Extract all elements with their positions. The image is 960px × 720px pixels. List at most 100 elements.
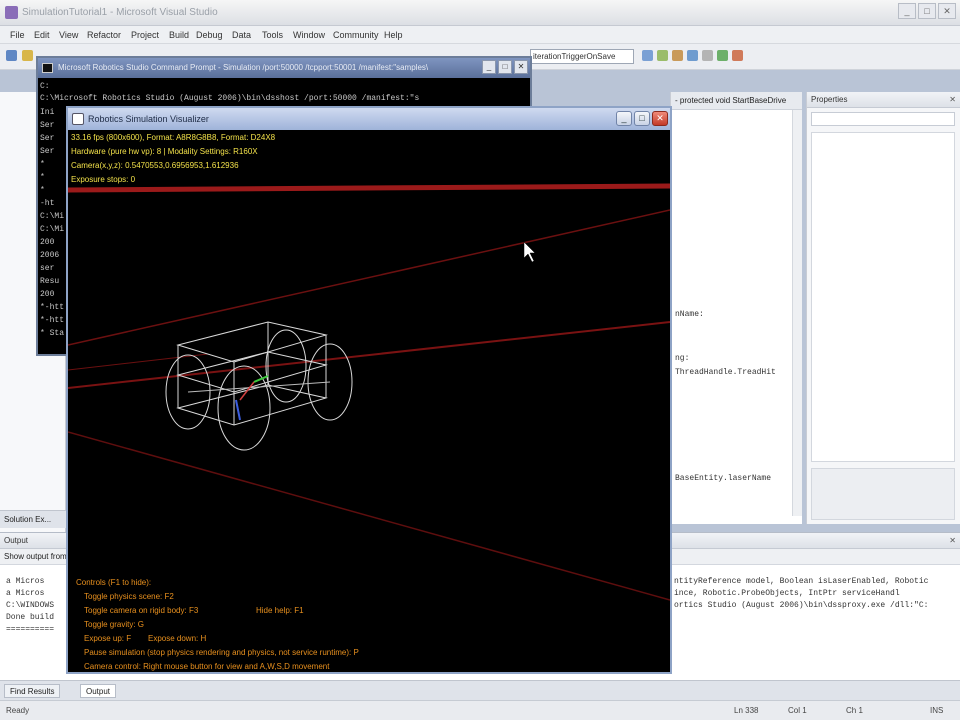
menu-debug[interactable]: Debug [196,30,223,40]
hud-camera-position: Camera(x,y,z): 0.5470553,0.6956953,1.612… [71,161,239,170]
output-line: ntityReference model, Boolean isLaserEna… [674,577,929,586]
help-title: Controls (F1 to hide): [76,578,152,587]
code-editor[interactable]: - protected void StartBaseDrive nName: n… [670,92,802,524]
menu-tools[interactable]: Tools [262,30,283,40]
close-icon[interactable]: ✕ [949,92,956,108]
robot-frame-axes [235,375,269,421]
property-description [811,468,955,520]
open-file-icon[interactable] [22,50,33,61]
help-toggle-camera: Toggle camera on rigid body: F3 [84,606,199,615]
vs-title-bar: SimulationTutorial1 - Microsoft Visual S… [0,0,960,26]
console-line: C:\Microsoft Robotics Studio (August 200… [40,94,420,103]
status-insert-mode: INS [930,706,944,715]
close-button[interactable]: ✕ [514,60,528,74]
status-line: Ln 338 [734,706,759,715]
command-prompt-controls: _ □ ✕ [482,60,528,74]
configuration-combo[interactable]: iterationTriggerOnSave [530,49,634,64]
console-line: *-htt [40,303,65,312]
vs-menu-bar: File Edit View Refactor Project Build De… [0,26,960,44]
code-scrollbar[interactable] [792,110,802,516]
show-output-from-label: Show output from: [4,552,69,561]
menu-file[interactable]: File [10,30,25,40]
output-title: Output [4,536,29,545]
menu-refactor[interactable]: Refactor [87,30,121,40]
minimize-button[interactable]: _ [482,60,496,74]
help-pause: Pause simulation (stop physics rendering… [84,648,359,657]
toolbox-icon[interactable] [702,50,713,61]
help-hide: Hide help: F1 [256,606,304,615]
menu-window[interactable]: Window [293,30,325,40]
grid-line [68,431,670,601]
console-line: C:\Mi [40,212,65,221]
menu-community[interactable]: Community [333,30,379,40]
vs-window-title: SimulationTutorial1 - Microsoft Visual S… [22,7,218,18]
console-line: * [40,186,45,195]
console-line: Ser [40,134,55,143]
console-line: 200 [40,238,55,247]
output-line: Done build [6,613,55,622]
menu-data[interactable]: Data [232,30,251,40]
menu-build[interactable]: Build [169,30,189,40]
close-icon[interactable]: ✕ [949,533,956,549]
bottom-tab-strip: Find Results Output [0,680,960,700]
console-line: Ser [40,121,55,130]
visualizer-title-bar[interactable]: Robotics Simulation Visualizer _ □ ✕ [68,108,670,130]
code-line: ThreadHandle.TreadHit [675,368,776,377]
menu-edit[interactable]: Edit [34,30,50,40]
solution-explorer-tab[interactable]: Solution Ex... [4,515,51,524]
console-line: *-htt [40,316,65,325]
output-line: ortics Studio (August 2006)\bin\dssproxy… [674,601,929,610]
properties-icon[interactable] [672,50,683,61]
console-line: C:\Mi [40,225,65,234]
property-grid[interactable] [811,132,955,462]
properties-header: Properties ✕ [807,92,960,108]
robot-chassis-middle [176,351,328,393]
tab-find-results[interactable]: Find Results [4,684,61,698]
minimize-button[interactable]: _ [898,3,916,19]
solution-explorer-icon[interactable] [657,50,668,61]
close-button[interactable]: ✕ [652,111,668,126]
properties-title: Properties [811,95,848,104]
start-page-icon[interactable] [717,50,728,61]
new-project-icon[interactable] [6,50,17,61]
member-dropdown[interactable]: - protected void StartBaseDrive [671,92,802,110]
console-line: Resu [40,277,60,286]
help-expose-up: Expose up: F [84,634,132,643]
console-line: 200 [40,290,55,299]
menu-help[interactable]: Help [384,30,403,40]
visualizer-controls: _ □ ✕ [616,111,668,126]
find-icon[interactable] [642,50,653,61]
solution-explorer-tab-strip: Solution Ex... [0,510,66,528]
minimize-button[interactable]: _ [616,111,632,126]
mouse-cursor-icon [523,241,536,263]
simulation-visualizer-window[interactable]: Robotics Simulation Visualizer _ □ ✕ 33.… [66,106,672,674]
command-prompt-title-bar[interactable]: Microsoft Robotics Studio Command Prompt… [38,58,530,78]
console-line: ser [40,264,55,273]
hud-hardware: Hardware (pure hw vp): 8 | Modality Sett… [71,147,258,156]
code-line: BaseEntity.laserName [675,474,772,483]
help-camera-control: Camera control: Right mouse button for v… [84,662,330,671]
simulation-viewport[interactable] [68,130,670,672]
command-window-icon[interactable] [732,50,743,61]
help-toggle-physics: Toggle physics scene: F2 [84,592,174,601]
robot-wireframe [165,321,353,451]
maximize-button[interactable]: □ [634,111,650,126]
menu-view[interactable]: View [59,30,78,40]
output-line: a Micros [6,577,45,586]
output-line: ========== [6,625,55,634]
console-line: * [40,173,45,182]
menu-project[interactable]: Project [131,30,159,40]
visualizer-title: Robotics Simulation Visualizer [88,114,209,124]
console-icon [42,63,53,73]
status-column: Col 1 [788,706,807,715]
tab-output[interactable]: Output [80,684,117,698]
maximize-button[interactable]: □ [498,60,512,74]
maximize-button[interactable]: □ [918,3,936,19]
object-selector[interactable] [811,112,955,126]
close-button[interactable]: ✕ [938,3,956,19]
object-browser-icon[interactable] [687,50,698,61]
grid-line [68,353,209,371]
status-bar: Ready Ln 338 Col 1 Ch 1 INS [0,700,960,720]
hud-exposure: Exposure stops: 0 [71,175,136,184]
hud-fps: 33.16 fps (800x600), Format: A8R8G8B8, F… [71,133,276,142]
